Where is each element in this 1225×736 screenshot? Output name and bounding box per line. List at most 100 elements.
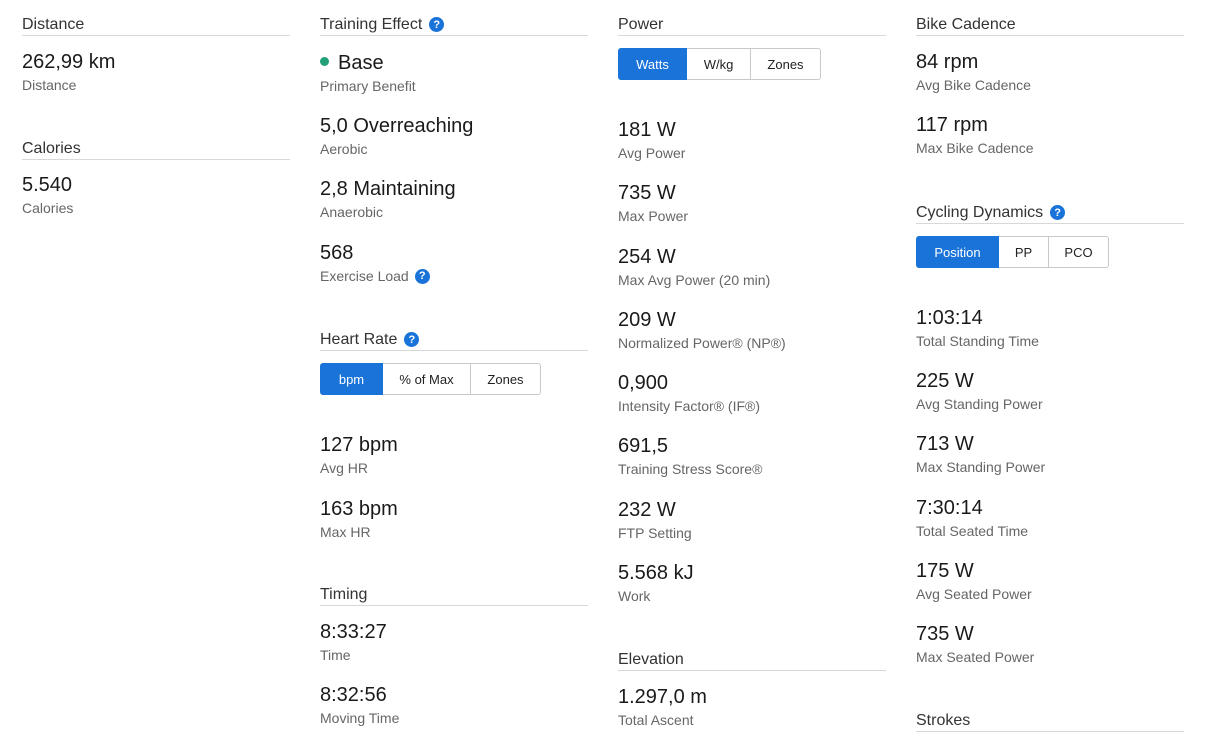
cd-stat-label: Total Seated Time bbox=[916, 523, 1029, 539]
cd-stat-value: 735 W bbox=[916, 623, 974, 645]
strokes-section-title: Strokes bbox=[916, 696, 1184, 732]
avg-hr-stat: 127 bpm Avg HR bbox=[320, 433, 398, 477]
power-stat-label: Normalized Power® (NP®) bbox=[618, 335, 786, 351]
anaerobic-label: Anaerobic bbox=[320, 204, 384, 220]
cycling-dynamics-stat: 7:30:14 Total Seated Time bbox=[916, 496, 1028, 540]
max-cadence-label: Max Bike Cadence bbox=[916, 140, 1034, 156]
moving-time-value: 8:32:56 bbox=[320, 684, 387, 706]
training-effect-section-title: Training Effect ? bbox=[320, 0, 588, 36]
cd-stat-label: Max Seated Power bbox=[916, 649, 1035, 665]
cycling-dynamics-title: Cycling Dynamics bbox=[916, 203, 1044, 221]
power-stat-label: FTP Setting bbox=[618, 525, 692, 541]
power-stat: 0,900 Intensity Factor® (IF®) bbox=[618, 371, 760, 415]
total-ascent-value: 1.297,0 m bbox=[618, 686, 707, 708]
power-stat-label: Work bbox=[618, 588, 651, 604]
cycling-dynamics-stat: 175 W Avg Seated Power bbox=[916, 559, 1032, 603]
moving-time-stat: 8:32:56 Moving Time bbox=[320, 683, 399, 727]
timing-title: Timing bbox=[320, 585, 368, 603]
power-stat-value: 232 W bbox=[618, 499, 676, 521]
exercise-load-help-icon[interactable]: ? bbox=[414, 268, 430, 284]
cycling-dynamics-stat: 713 W Max Standing Power bbox=[916, 432, 1045, 476]
power-stat: 209 W Normalized Power® (NP®) bbox=[618, 308, 786, 352]
training-effect-help-icon[interactable]: ? bbox=[429, 17, 445, 32]
heart-rate-section-title: Heart Rate ? bbox=[320, 315, 588, 351]
cycling-dynamics-stat: 1:03:14 Total Standing Time bbox=[916, 306, 1039, 350]
power-stat-label: Avg Power bbox=[618, 145, 686, 161]
exercise-load-stat: 568 Exercise Load? bbox=[320, 241, 430, 285]
power-stat: 254 W Max Avg Power (20 min) bbox=[618, 245, 770, 289]
power-stat-value: 0,900 bbox=[618, 372, 669, 394]
cycling-dynamics-stat: 225 W Avg Standing Power bbox=[916, 369, 1043, 413]
distance-value: 262,99 km bbox=[22, 51, 116, 73]
cd-stat-label: Avg Seated Power bbox=[916, 586, 1032, 602]
distance-title: Distance bbox=[22, 15, 85, 33]
heart-rate-help-icon[interactable]: ? bbox=[404, 332, 420, 347]
heart-rate-unit-toggle: bpm % of Max Zones bbox=[320, 363, 541, 395]
power-stat-label: Max Avg Power (20 min) bbox=[618, 272, 771, 288]
exercise-load-label: Exercise Load bbox=[320, 268, 409, 284]
max-hr-value: 163 bpm bbox=[320, 498, 398, 520]
time-value: 8:33:27 bbox=[320, 621, 387, 643]
cd-stat-label: Max Standing Power bbox=[916, 459, 1046, 475]
power-tab-watts[interactable]: Watts bbox=[618, 48, 687, 80]
calories-title: Calories bbox=[22, 139, 81, 157]
power-tab-wkg[interactable]: W/kg bbox=[687, 48, 751, 80]
power-stat-value: 735 W bbox=[618, 182, 676, 204]
cd-stat-value: 7:30:14 bbox=[916, 497, 983, 519]
calories-label: Calories bbox=[22, 200, 74, 216]
avg-cadence-label: Avg Bike Cadence bbox=[916, 77, 1031, 93]
elevation-title: Elevation bbox=[618, 650, 684, 668]
power-stat-value: 209 W bbox=[618, 309, 676, 331]
power-title: Power bbox=[618, 15, 664, 33]
cd-stat-label: Total Standing Time bbox=[916, 333, 1039, 349]
power-stat: 691,5 Training Stress Score® bbox=[618, 434, 762, 478]
cd-tab-position[interactable]: Position bbox=[916, 236, 999, 268]
time-label: Time bbox=[320, 647, 351, 663]
aerobic-stat: 5,0 Overreaching Aerobic bbox=[320, 114, 473, 158]
power-stat: 232 W FTP Setting bbox=[618, 498, 692, 542]
time-stat: 8:33:27 Time bbox=[320, 620, 387, 664]
power-stat: 181 W Avg Power bbox=[618, 118, 685, 162]
total-ascent-label: Total Ascent bbox=[618, 712, 694, 728]
cadence-title: Bike Cadence bbox=[916, 15, 1016, 33]
cd-stat-label: Avg Standing Power bbox=[916, 396, 1043, 412]
max-cadence-value: 117 rpm bbox=[916, 114, 988, 136]
power-unit-toggle: Watts W/kg Zones bbox=[618, 48, 821, 80]
cycling-dynamics-toggle: Position PP PCO bbox=[916, 236, 1109, 268]
power-section-title: Power bbox=[618, 0, 886, 36]
moving-time-label: Moving Time bbox=[320, 710, 400, 726]
avg-cadence-stat: 84 rpm Avg Bike Cadence bbox=[916, 50, 1031, 94]
elevation-section-title: Elevation bbox=[618, 635, 886, 671]
power-tab-zones[interactable]: Zones bbox=[751, 48, 821, 80]
power-stat-label: Intensity Factor® (IF®) bbox=[618, 398, 760, 414]
benefit-dot-icon bbox=[320, 57, 329, 67]
power-stat: 735 W Max Power bbox=[618, 181, 688, 225]
aerobic-label: Aerobic bbox=[320, 141, 368, 157]
anaerobic-stat: 2,8 Maintaining Anaerobic bbox=[320, 177, 456, 221]
primary-benefit-value: Base bbox=[338, 52, 384, 74]
hr-tab-percent-max[interactable]: % of Max bbox=[383, 363, 471, 395]
training-effect-title: Training Effect bbox=[320, 15, 423, 33]
hr-tab-zones[interactable]: Zones bbox=[471, 363, 541, 395]
strokes-title: Strokes bbox=[916, 711, 971, 729]
distance-label: Distance bbox=[22, 77, 77, 93]
cd-tab-pco[interactable]: PCO bbox=[1049, 236, 1109, 268]
anaerobic-value: 2,8 Maintaining bbox=[320, 178, 456, 200]
max-cadence-stat: 117 rpm Max Bike Cadence bbox=[916, 113, 1034, 157]
primary-benefit-stat: Base Primary Benefit bbox=[320, 51, 416, 95]
hr-tab-bpm[interactable]: bpm bbox=[320, 363, 383, 395]
exercise-load-value: 568 bbox=[320, 242, 354, 264]
calories-stat: 5.540 Calories bbox=[22, 173, 73, 217]
cd-stat-value: 225 W bbox=[916, 370, 974, 392]
max-hr-label: Max HR bbox=[320, 524, 371, 540]
avg-hr-label: Avg HR bbox=[320, 460, 368, 476]
avg-cadence-value: 84 rpm bbox=[916, 51, 979, 73]
cycling-dynamics-stat: 735 W Max Seated Power bbox=[916, 622, 1034, 666]
cd-tab-pp[interactable]: PP bbox=[999, 236, 1049, 268]
power-stat: 5.568 kJ Work bbox=[618, 561, 694, 605]
power-stat-value: 254 W bbox=[618, 246, 676, 268]
distance-stat: 262,99 km Distance bbox=[22, 50, 115, 94]
power-stat-label: Training Stress Score® bbox=[618, 461, 763, 477]
cycling-dynamics-help-icon[interactable]: ? bbox=[1050, 205, 1066, 220]
primary-benefit-label: Primary Benefit bbox=[320, 78, 416, 94]
